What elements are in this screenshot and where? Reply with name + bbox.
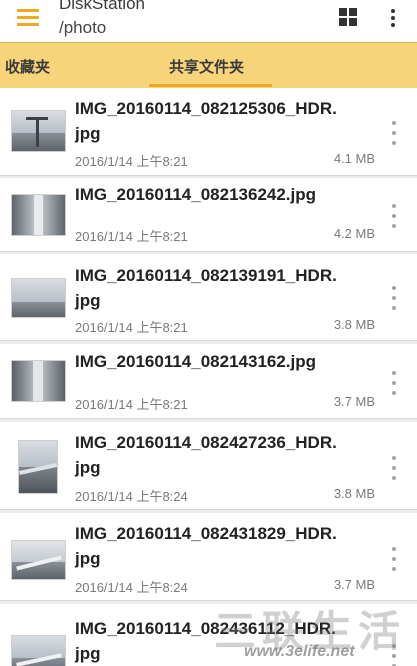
- file-date: 2016/1/14 上午8:21: [75, 229, 188, 244]
- list-item[interactable]: IMG_20160114_082139191_HDR. jpg 2016/1/14…: [0, 254, 417, 341]
- item-more-icon[interactable]: [390, 121, 398, 145]
- item-more-icon[interactable]: [390, 204, 398, 228]
- item-more-icon[interactable]: [390, 547, 398, 571]
- file-date: 2016/1/14 上午8:24: [75, 489, 188, 504]
- tab-shared-folders[interactable]: 共享文件夹: [169, 56, 244, 77]
- current-path: /photo: [59, 18, 107, 37]
- grid-view-icon[interactable]: [339, 8, 357, 26]
- tab-bar: 收藏夹 共享文件夹: [0, 42, 417, 89]
- item-more-icon[interactable]: [390, 456, 398, 480]
- file-date: 2016/1/14 上午8:21: [75, 154, 188, 169]
- file-size: 3.7 MB: [333, 577, 375, 592]
- file-size: 3.7 MB: [333, 394, 375, 409]
- photo-thumbnail: [11, 540, 66, 580]
- photo-thumbnail: [11, 278, 66, 318]
- file-name: IMG_20160114_082125306_HDR. jpg: [75, 99, 337, 143]
- file-date: 2016/1/14 上午8:21: [75, 320, 188, 335]
- more-vert-icon[interactable]: [386, 8, 400, 28]
- item-more-icon[interactable]: [390, 371, 398, 395]
- photo-thumbnail: [11, 635, 66, 666]
- photo-thumbnail: [11, 360, 66, 402]
- file-name: IMG_20160114_082427236_HDR. jpg: [75, 433, 337, 477]
- file-list: IMG_20160114_082125306_HDR. jpg 2016/1/14…: [0, 88, 417, 666]
- photo-thumbnail: [11, 110, 66, 152]
- file-size: 4.1 MB: [333, 151, 375, 166]
- active-tab-indicator: [149, 84, 272, 87]
- app-bar: DiskStation /photo: [0, 0, 417, 42]
- list-item[interactable]: IMG_20160114_082125306_HDR. jpg 2016/1/14…: [0, 88, 417, 176]
- hamburger-icon[interactable]: [17, 9, 39, 26]
- tab-favorites[interactable]: 收藏夹: [5, 56, 50, 77]
- list-item[interactable]: IMG_20160114_082427236_HDR. jpg 2016/1/14…: [0, 422, 417, 510]
- item-more-icon[interactable]: [390, 286, 398, 310]
- file-name: IMG_20160114_082431829_HDR. jpg: [75, 524, 337, 568]
- file-name: IMG_20160114_082136242.jpg: [75, 185, 317, 204]
- file-name: IMG_20160114_082143162.jpg: [75, 352, 317, 371]
- watermark-url: www.3elife.net: [244, 643, 355, 660]
- photo-thumbnail: [11, 194, 66, 236]
- list-item[interactable]: IMG_20160114_082136242.jpg 2016/1/14 上午8…: [0, 178, 417, 252]
- list-item[interactable]: IMG_20160114_082431829_HDR. jpg 2016/1/14…: [0, 513, 417, 601]
- file-date: 2016/1/14 上午8:24: [75, 580, 188, 595]
- file-date: 2016/1/14 上午8:21: [75, 397, 188, 412]
- app-title: DiskStation: [59, 0, 145, 13]
- list-item[interactable]: IMG_20160114_082143162.jpg 2016/1/14 上午8…: [0, 344, 417, 419]
- file-size: 3.8 MB: [333, 486, 375, 501]
- photo-thumbnail: [18, 440, 58, 494]
- file-size: 3.8 MB: [333, 317, 375, 332]
- file-size: 4.2 MB: [333, 226, 375, 241]
- file-name: IMG_20160114_082139191_HDR. jpg: [75, 266, 337, 310]
